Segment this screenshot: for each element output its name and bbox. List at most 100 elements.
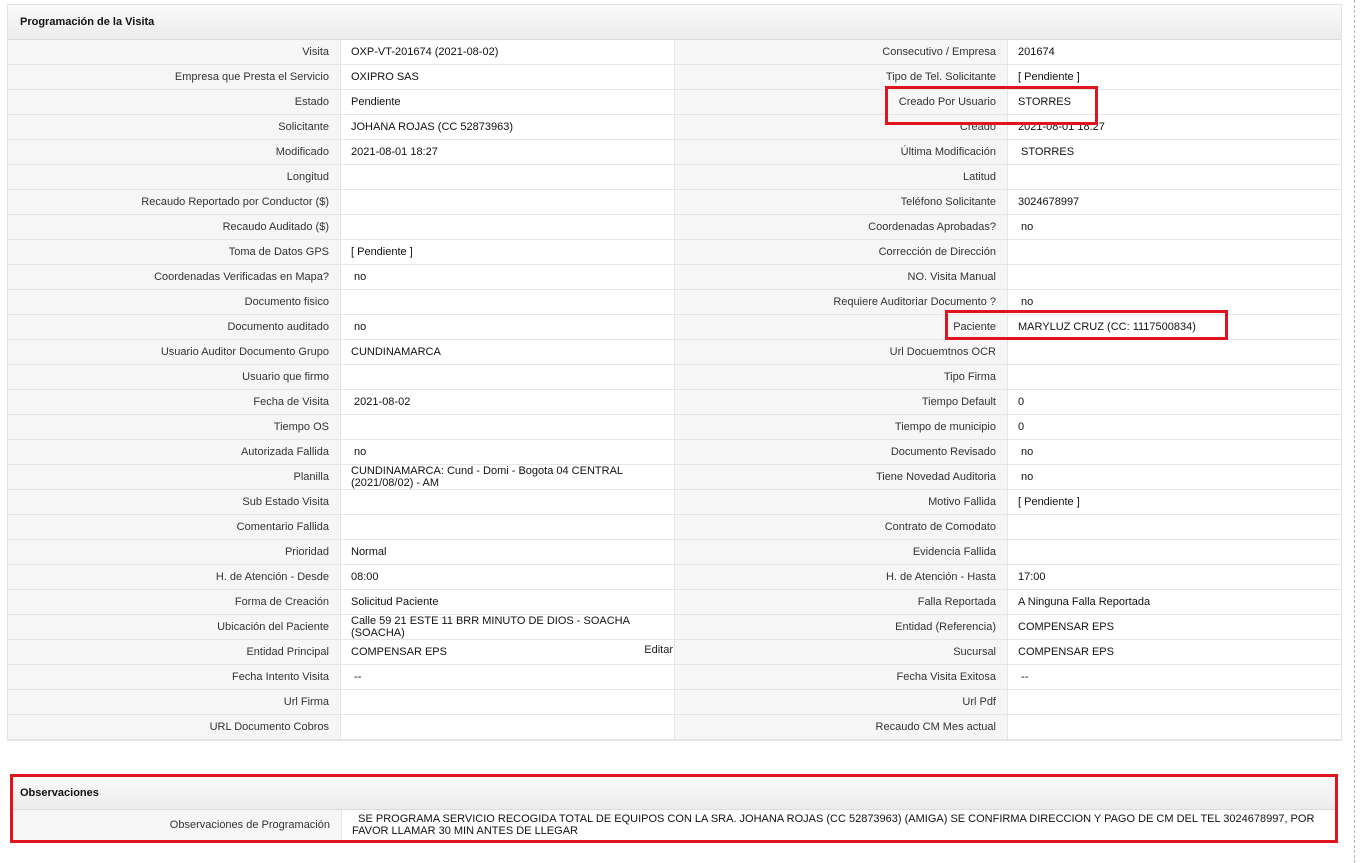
field-value <box>1008 515 1341 540</box>
observations-title: Observaciones <box>13 777 1335 810</box>
field-value: CUNDINAMARCA <box>341 340 675 365</box>
field-label: Fecha Intento Visita <box>8 665 341 690</box>
field-value-text: COMPENSAR EPS <box>1018 621 1114 633</box>
field-value-text: COMPENSAR EPS <box>1018 646 1114 658</box>
field-label-text: Prioridad <box>284 546 329 558</box>
field-value: OXIPRO SAS <box>341 65 675 90</box>
field-value: 201674 <box>1008 40 1341 65</box>
field-label-text: Sucursal <box>953 646 996 658</box>
field-label-text: Visita <box>302 46 329 58</box>
field-value <box>341 365 675 390</box>
field-label: Url Docuemtnos OCR <box>675 340 1008 365</box>
field-label-text: Fecha Intento Visita <box>231 671 329 683</box>
field-label-text: Recaudo Reportado por Conductor ($) <box>141 196 329 208</box>
field-value <box>341 290 675 315</box>
field-label: Consecutivo / Empresa <box>675 40 1008 65</box>
field-label-text: Ubicación del Paciente <box>217 621 329 633</box>
field-label-text: Forma de Creación <box>234 596 329 608</box>
field-label: Motivo Fallida <box>675 490 1008 515</box>
field-value-text: A Ninguna Falla Reportada <box>1018 596 1151 608</box>
field-value: STORRES <box>1008 140 1341 165</box>
field-value-text: 201674 <box>1018 46 1055 58</box>
field-label-text: Solicitante <box>278 121 329 133</box>
field-label: Empresa que Presta el Servicio <box>8 65 341 90</box>
field-label: Usuario que firmo <box>8 365 341 390</box>
field-label-text: Evidencia Fallida <box>912 546 996 558</box>
field-value: [ Pendiente ] <box>1008 65 1341 90</box>
field-value: no <box>341 315 675 340</box>
field-label: Entidad (Referencia) <box>675 615 1008 640</box>
field-value-text: 2021-08-01 18:27 <box>1018 121 1105 133</box>
field-label: Tiene Novedad Auditoria <box>675 465 1008 490</box>
field-value-text: OXP-VT-201674 (2021-08-02) <box>351 46 499 58</box>
field-label: Tiempo de municipio <box>675 415 1008 440</box>
field-value-text: JOHANA ROJAS (CC 52873963) <box>351 121 514 133</box>
field-label: Entidad Principal <box>8 640 341 665</box>
field-label-text: NO. Visita Manual <box>907 271 996 283</box>
field-label-text: Entidad Principal <box>246 646 329 658</box>
field-value: 2021-08-01 18:27 <box>341 140 675 165</box>
field-label: Evidencia Fallida <box>675 540 1008 565</box>
field-label-text: Toma de Datos GPS <box>228 246 329 258</box>
field-label-text: Entidad (Referencia) <box>895 621 996 633</box>
field-label: Latitud <box>675 165 1008 190</box>
field-label-text: Url Docuemtnos OCR <box>889 346 996 358</box>
field-value-text: 2021-08-02 <box>351 396 411 408</box>
field-value-text: no <box>351 271 367 283</box>
field-label-text: Longitud <box>286 171 329 183</box>
field-value <box>1008 540 1341 565</box>
field-label-text: Documento auditado <box>227 321 329 333</box>
field-label: Recaudo Auditado ($) <box>8 215 341 240</box>
field-value-text: [ Pendiente ] <box>1018 71 1080 83</box>
field-value-text: 0 <box>1018 421 1025 433</box>
field-label-text: Autorizada Fallida <box>240 446 329 458</box>
field-label: Coordenadas Verificadas en Mapa? <box>8 265 341 290</box>
field-value: COMPENSAR EPS Editar <box>341 640 675 665</box>
field-label: Creado <box>675 115 1008 140</box>
field-label: Url Firma <box>8 690 341 715</box>
field-value <box>1008 240 1341 265</box>
field-value-text: STORRES <box>1018 96 1071 108</box>
field-label-text: Paciente <box>953 321 996 333</box>
field-label: NO. Visita Manual <box>675 265 1008 290</box>
field-label: H. de Atención - Hasta <box>675 565 1008 590</box>
field-value-text: [ Pendiente ] <box>1018 496 1080 508</box>
field-value: 0 <box>1008 390 1341 415</box>
field-value: 17:00 <box>1008 565 1341 590</box>
field-label-text: Tipo de Tel. Solicitante <box>885 71 996 83</box>
field-value-text: no <box>351 446 367 458</box>
field-label-text: Requiere Auditoriar Documento ? <box>833 296 996 308</box>
field-value-text: no <box>1018 296 1034 308</box>
field-value <box>1008 340 1341 365</box>
field-label-text: URL Documento Cobros <box>209 721 329 733</box>
field-value-text: Normal <box>351 546 387 558</box>
field-value: Solicitud Paciente <box>341 590 675 615</box>
field-value <box>1008 265 1341 290</box>
field-label-text: Tiempo de municipio <box>894 421 996 433</box>
field-value-text: COMPENSAR EPS <box>351 646 447 658</box>
field-value: 3024678997 <box>1008 190 1341 215</box>
field-label-text: Latitud <box>962 171 996 183</box>
field-value-text: OXIPRO SAS <box>351 71 419 83</box>
field-label-text: Creado <box>959 121 996 133</box>
field-label: Sub Estado Visita <box>8 490 341 515</box>
field-label: Planilla <box>8 465 341 490</box>
field-label: Coordenadas Aprobadas? <box>675 215 1008 240</box>
page-edge-divider <box>1354 0 1355 863</box>
field-label: Fecha Visita Exitosa <box>675 665 1008 690</box>
field-value: -- <box>341 665 675 690</box>
edit-link[interactable]: Editar <box>644 644 673 656</box>
field-value: JOHANA ROJAS (CC 52873963) <box>341 115 675 140</box>
field-value-text: 17:00 <box>1018 571 1046 583</box>
field-label: Toma de Datos GPS <box>8 240 341 265</box>
field-label: Recaudo Reportado por Conductor ($) <box>8 190 341 215</box>
field-label-text: Teléfono Solicitante <box>900 196 996 208</box>
field-label: Recaudo CM Mes actual <box>675 715 1008 740</box>
field-label-text: Creado Por Usuario <box>898 96 996 108</box>
field-value: Pendiente <box>341 90 675 115</box>
field-label: Usuario Auditor Documento Grupo <box>8 340 341 365</box>
field-label-text: Coordenadas Verificadas en Mapa? <box>154 271 329 283</box>
field-label-text: Empresa que Presta el Servicio <box>174 71 329 83</box>
field-label: Solicitante <box>8 115 341 140</box>
field-value <box>341 415 675 440</box>
